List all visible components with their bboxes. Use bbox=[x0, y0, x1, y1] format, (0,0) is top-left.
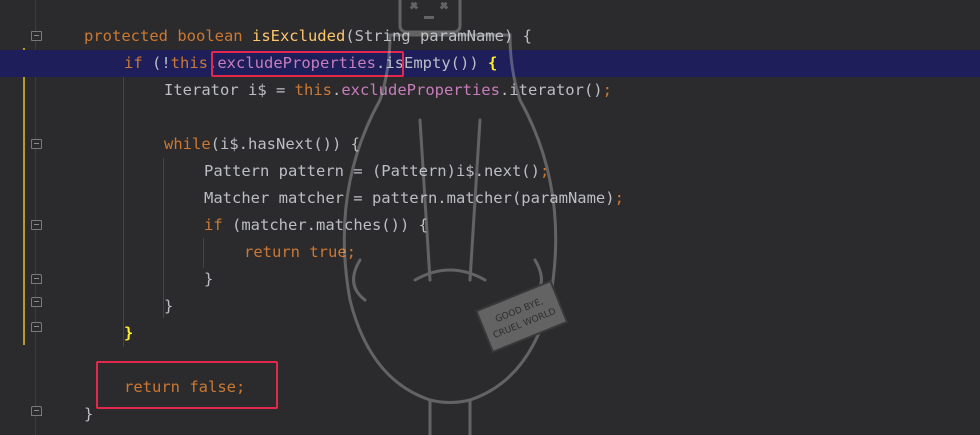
code-token: } bbox=[164, 297, 174, 315]
code-line-content: Pattern pattern = (Pattern)i$.next(); bbox=[204, 158, 549, 185]
code-token: (String paramName) { bbox=[345, 27, 532, 45]
code-token: . bbox=[331, 81, 342, 99]
code-token: this bbox=[294, 81, 332, 99]
code-token: return true bbox=[244, 243, 347, 261]
code-line-content: Iterator i$ = this.excludeProperties.ite… bbox=[164, 77, 612, 104]
fold-end-icon[interactable] bbox=[31, 274, 42, 284]
code-line-content: Matcher matcher = pattern.matcher(paramN… bbox=[204, 185, 624, 212]
code-line-content: } bbox=[124, 320, 133, 347]
fold-icon[interactable] bbox=[31, 31, 42, 41]
code-token: excludeProperties bbox=[341, 81, 500, 99]
fold-icon[interactable] bbox=[31, 139, 42, 149]
code-line-content: } bbox=[164, 293, 173, 320]
code-token: Matcher matcher = pattern.matcher(paramN… bbox=[204, 189, 615, 207]
code-token: ; bbox=[539, 162, 550, 180]
fold-end-icon[interactable] bbox=[31, 406, 42, 416]
code-line-content: protected boolean isExcluded(String para… bbox=[84, 23, 532, 50]
code-token: ; bbox=[602, 81, 612, 99]
code-token: (matcher.matches()) { bbox=[232, 216, 428, 234]
code-line[interactable]: if (!this.excludeProperties.isEmpty()) { bbox=[0, 50, 980, 77]
code-line-content: while(i$.hasNext()) { bbox=[164, 131, 360, 158]
code-token: if bbox=[124, 54, 152, 72]
code-token: isExcluded bbox=[251, 27, 346, 45]
code-line-content: if (matcher.matches()) { bbox=[204, 212, 428, 239]
code-token: } bbox=[124, 324, 134, 342]
code-line-content: } bbox=[84, 401, 93, 428]
code-line-content: } bbox=[204, 266, 213, 293]
code-line[interactable] bbox=[62, 104, 980, 131]
code-token: (! bbox=[152, 54, 171, 72]
code-token: } bbox=[204, 270, 214, 288]
code-token: { bbox=[487, 54, 498, 72]
code-line[interactable]: while(i$.hasNext()) { bbox=[62, 131, 980, 158]
code-line[interactable]: protected boolean isExcluded(String para… bbox=[62, 23, 980, 50]
code-line[interactable]: Iterator i$ = this.excludeProperties.ite… bbox=[62, 77, 980, 104]
highlight-box-return-false bbox=[96, 361, 278, 409]
change-marker bbox=[23, 48, 25, 345]
code-line[interactable]: } bbox=[62, 320, 980, 347]
code-token: Iterator i$ = bbox=[164, 81, 295, 99]
code-token: ; bbox=[346, 243, 356, 261]
fold-end-icon[interactable] bbox=[31, 322, 42, 332]
code-line-content: return true; bbox=[244, 239, 356, 266]
code-token: ; bbox=[614, 189, 624, 207]
fold-icon[interactable] bbox=[31, 220, 42, 230]
code-token: if bbox=[204, 216, 232, 234]
code-token: Pattern pattern = (Pattern)i$.next() bbox=[204, 162, 540, 180]
code-line[interactable]: } bbox=[62, 293, 980, 320]
code-token: this bbox=[170, 54, 208, 72]
code-token: (i$.hasNext()) { bbox=[210, 135, 360, 153]
code-line[interactable]: } bbox=[62, 266, 980, 293]
code-token: protected boolean bbox=[84, 27, 252, 45]
code-line[interactable]: return true; bbox=[62, 239, 980, 266]
code-editor[interactable]: protected boolean isExcluded(String para… bbox=[0, 0, 980, 435]
code-line[interactable]: Pattern pattern = (Pattern)i$.next(); bbox=[62, 158, 980, 185]
highlight-box-exclude-properties bbox=[211, 51, 404, 77]
fold-end-icon[interactable] bbox=[31, 297, 42, 307]
code-token: .iterator() bbox=[499, 81, 603, 99]
code-token: } bbox=[84, 405, 94, 423]
code-token: while bbox=[164, 135, 211, 153]
code-line[interactable]: if (matcher.matches()) { bbox=[62, 212, 980, 239]
code-line[interactable]: Matcher matcher = pattern.matcher(paramN… bbox=[62, 185, 980, 212]
